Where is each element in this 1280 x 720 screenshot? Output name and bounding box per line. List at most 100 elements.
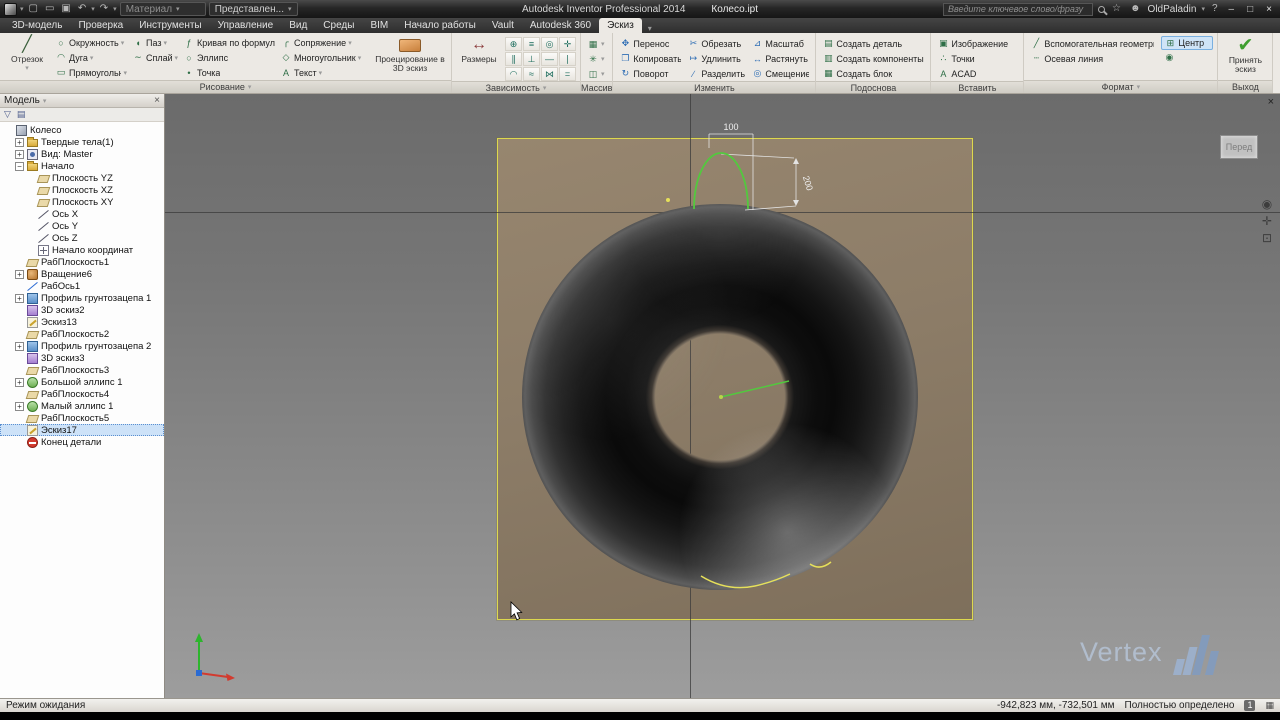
tree-item[interactable]: + Большой эллипс 1 xyxy=(0,376,164,388)
tree-expander-icon[interactable]: + xyxy=(15,377,24,387)
layout-tool-button[interactable]: ▥ Создать компоненты xyxy=(820,51,926,66)
sketch-grid-icon[interactable]: ▦ xyxy=(1265,700,1274,711)
tree-item[interactable]: + Вид: Master xyxy=(0,148,164,160)
perpendicular-constraint-icon[interactable]: ⊥ xyxy=(523,52,540,66)
modify-tool-button[interactable]: ❐ Копировать xyxy=(617,51,683,66)
concentric-constraint-icon[interactable]: ◎ xyxy=(541,37,558,51)
draw-group-label[interactable]: Рисование ▾ xyxy=(0,80,451,93)
modify-tool-button[interactable]: ↻ Поворот xyxy=(617,66,683,81)
modify-tool-button[interactable]: ✂ Обрезать xyxy=(685,36,747,51)
ribbon-tab-3[interactable]: Инструменты xyxy=(131,18,209,33)
ribbon-tab-6[interactable]: Среды xyxy=(315,18,362,33)
tree-item[interactable]: + Вращение6 xyxy=(0,268,164,280)
restore-button[interactable]: □ xyxy=(1243,4,1257,15)
browser-settings-icon[interactable]: ▤ xyxy=(17,109,26,120)
tree-item[interactable]: Ось Z xyxy=(0,232,164,244)
open-button[interactable]: ▭ xyxy=(43,1,56,17)
star-icon[interactable]: ☆ xyxy=(1110,1,1123,17)
tree-item[interactable]: РабПлоскость2 xyxy=(0,328,164,340)
tree-item[interactable]: + Твердые тела(1) xyxy=(0,136,164,148)
tree-item[interactable]: Плоскость XY xyxy=(0,196,164,208)
coincident-constraint-icon[interactable]: ⊕ xyxy=(505,37,522,51)
tree-item[interactable]: РабПлоскость3 xyxy=(0,364,164,376)
tangent-constraint-icon[interactable]: ◠ xyxy=(505,67,522,81)
navigation-wheel-icon[interactable]: ◉ xyxy=(1262,198,1272,210)
tree-item[interactable]: Эскиз13 xyxy=(0,316,164,328)
tree-item[interactable]: РабПлоскость4 xyxy=(0,388,164,400)
chevron-down-icon[interactable]: ▾ xyxy=(113,5,117,13)
ribbon-tab-9[interactable]: Vault xyxy=(484,18,522,33)
draw-tool-button[interactable]: • Точка xyxy=(181,65,277,80)
draw-tool-button[interactable]: ◖ Паз ▾ xyxy=(130,35,180,50)
tree-expander-icon[interactable]: − xyxy=(15,161,24,171)
tree-expander-icon[interactable]: + xyxy=(15,149,24,159)
vertical-constraint-icon[interactable]: ∣ xyxy=(559,52,576,66)
draw-tool-button[interactable]: ƒ Кривая по формуле xyxy=(181,35,277,50)
tree-item[interactable]: РабПлоскость1 xyxy=(0,256,164,268)
fix-constraint-icon[interactable]: ✛ xyxy=(559,37,576,51)
draw-tool-button[interactable]: ◠ Дуга ▾ xyxy=(53,50,129,65)
rectangular-pattern-button[interactable]: ▦ ▾ xyxy=(585,37,607,51)
modify-tool-button[interactable]: ↦ Удлинить xyxy=(685,51,747,66)
help-icon[interactable]: ? xyxy=(1210,1,1220,17)
parallel-constraint-icon[interactable]: ∥ xyxy=(505,52,522,66)
constrain-group-label[interactable]: Зависимость ▾ xyxy=(452,81,580,93)
close-button[interactable]: × xyxy=(1262,4,1276,15)
user-name[interactable]: OldPaladin xyxy=(1148,4,1197,15)
ribbon-tab-10[interactable]: Autodesk 360 xyxy=(522,18,599,33)
chevron-down-icon[interactable]: ▾ xyxy=(1201,5,1205,13)
zoom-icon[interactable]: ⊡ xyxy=(1262,232,1272,244)
tree-expander-icon[interactable]: + xyxy=(15,293,24,303)
modify-tool-button[interactable]: ∕ Разделить xyxy=(685,66,747,81)
redo-button[interactable]: ↷ xyxy=(98,1,110,17)
new-file-button[interactable]: ▢ xyxy=(27,1,40,17)
draw-tool-button[interactable]: A Текст ▾ xyxy=(278,65,370,80)
tree-item[interactable]: 3D эскиз2 xyxy=(0,304,164,316)
browser-filter-icon[interactable]: ▽ xyxy=(4,109,11,120)
finish-sketch-button[interactable]: ✔ Принять эскиз xyxy=(1222,35,1268,80)
draw-tool-button[interactable]: ╭ Сопряжение ▾ xyxy=(278,35,370,50)
chevron-down-icon[interactable]: ▾ xyxy=(43,97,47,105)
ribbon-tab-1[interactable]: 3D-модель xyxy=(4,18,70,33)
format-tool-button[interactable]: ⊞ Центр xyxy=(1161,36,1214,50)
mirror-button[interactable]: ◫ ▾ xyxy=(585,67,607,81)
document-close-icon[interactable]: × xyxy=(1268,96,1274,108)
undo-button[interactable]: ↶ xyxy=(76,1,88,17)
search-icon[interactable] xyxy=(1098,5,1106,13)
layout-group-label[interactable]: Подоснова xyxy=(816,81,931,93)
tree-item[interactable]: Конец детали xyxy=(0,436,164,448)
insert-tool-button[interactable]: ▣ Изображение xyxy=(935,36,1019,51)
pattern-group-label[interactable]: Массив xyxy=(581,81,613,93)
graphics-viewport[interactable]: 100 200 Перед ◉ ✛ ⊡ Vertex × xyxy=(165,94,1280,698)
format-group-label[interactable]: Формат ▾ xyxy=(1024,80,1218,93)
chevron-down-icon[interactable]: ▾ xyxy=(20,5,24,13)
draw-tool-button[interactable]: ∼ Сплайн▾ xyxy=(130,50,180,65)
modify-group-label[interactable]: Изменить xyxy=(613,81,816,93)
insert-group-label[interactable]: Вставить xyxy=(931,81,1024,93)
line-button[interactable]: ╱ Отрезок ▾ xyxy=(4,35,50,80)
pan-icon[interactable]: ✛ xyxy=(1262,215,1272,227)
save-button[interactable]: ▣ xyxy=(59,1,72,17)
collinear-constraint-icon[interactable]: ≡ xyxy=(523,37,540,51)
tree-item[interactable]: Эскиз17 xyxy=(0,424,164,436)
tree-item[interactable]: 3D эскиз3 xyxy=(0,352,164,364)
tree-item[interactable]: − Начало xyxy=(0,160,164,172)
ribbon-tab-4[interactable]: Управление xyxy=(210,18,282,33)
tree-item[interactable]: + Профиль грунтозацепа 1 xyxy=(0,292,164,304)
format-tool-button[interactable]: ┄ Осевая линия xyxy=(1028,51,1156,66)
search-input[interactable] xyxy=(943,2,1094,16)
symmetric-constraint-icon[interactable]: ⋈ xyxy=(541,67,558,81)
draw-tool-button[interactable]: ◇ Многоугольник ▾ xyxy=(278,50,370,65)
draw-tool-button[interactable]: ▭Прямоугольник▾ xyxy=(53,65,129,80)
tree-item[interactable]: Ось Y xyxy=(0,220,164,232)
smooth-constraint-icon[interactable]: ≈ xyxy=(523,67,540,81)
tree-expander-icon[interactable]: + xyxy=(15,341,24,351)
layout-tool-button[interactable]: ▦ Создать блок xyxy=(820,66,926,81)
exit-group-label[interactable]: Выход xyxy=(1218,80,1273,93)
tree-item[interactable]: РабОсь1 xyxy=(0,280,164,292)
browser-header[interactable]: Модель ▾ × xyxy=(0,94,164,108)
ribbon-tab-7[interactable]: BIM xyxy=(362,18,396,33)
equal-constraint-icon[interactable]: = xyxy=(559,67,576,81)
chevron-down-icon[interactable]: ▾ xyxy=(91,5,95,13)
ribbon-options-icon[interactable]: ▾ xyxy=(648,24,652,33)
